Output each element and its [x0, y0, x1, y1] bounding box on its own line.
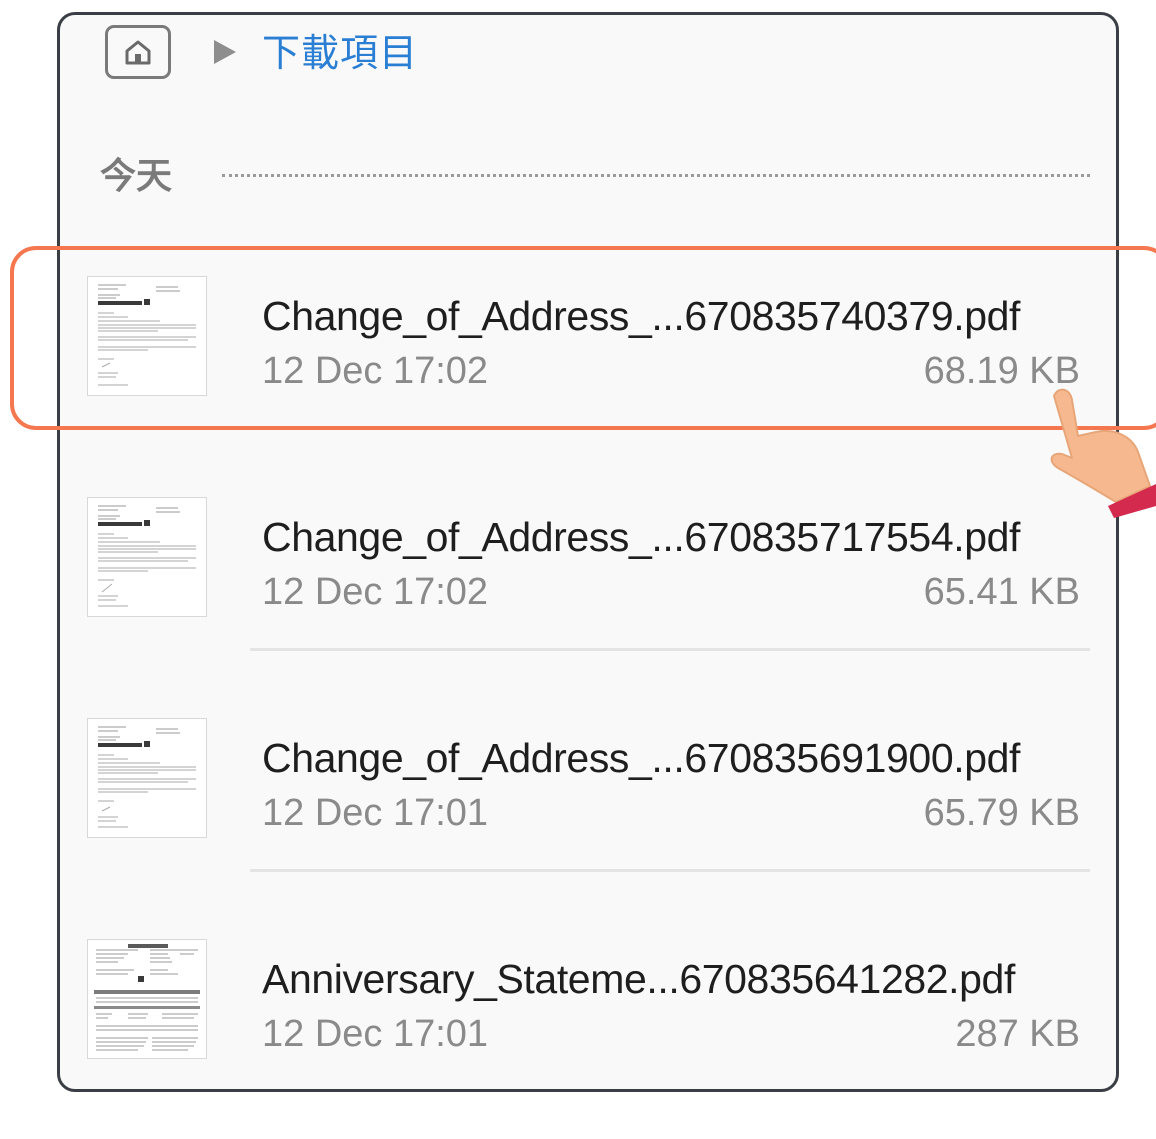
breadcrumb-current[interactable]: 下載項目 — [262, 28, 418, 78]
file-date: 12 Dec 17:01 — [262, 792, 489, 834]
file-date: 12 Dec 17:02 — [262, 571, 489, 613]
home-button[interactable] — [105, 25, 171, 79]
file-row[interactable]: Change_of_Address_...670835740379.pdf 12… — [60, 276, 1118, 476]
file-size: 65.41 KB — [923, 571, 1080, 613]
file-size: 65.79 KB — [923, 792, 1080, 834]
file-row[interactable]: Change_of_Address_...670835691900.pdf 12… — [60, 718, 1118, 918]
file-row[interactable]: Anniversary_Stateme...670835641282.pdf 1… — [60, 939, 1118, 1139]
pdf-thumbnail — [87, 276, 207, 396]
file-name: Change_of_Address_...670835691900.pdf — [262, 735, 1021, 781]
row-divider — [250, 869, 1090, 872]
row-divider — [250, 648, 1090, 651]
section-divider — [222, 174, 1090, 177]
file-date: 12 Dec 17:01 — [262, 1013, 489, 1055]
file-date: 12 Dec 17:02 — [262, 350, 489, 392]
home-icon — [125, 40, 151, 65]
pdf-thumbnail — [87, 497, 207, 617]
triangle-right-icon — [214, 40, 236, 64]
section-header-today: 今天 — [100, 156, 173, 197]
file-name: Change_of_Address_...670835740379.pdf — [262, 293, 1021, 339]
pdf-thumbnail — [87, 939, 207, 1059]
file-name: Anniversary_Stateme...670835641282.pdf — [262, 956, 1015, 1002]
file-name: Change_of_Address_...670835717554.pdf — [262, 514, 1021, 560]
file-row[interactable]: Change_of_Address_...670835717554.pdf 12… — [60, 497, 1118, 697]
file-size: 287 KB — [955, 1013, 1080, 1055]
pdf-thumbnail — [87, 718, 207, 838]
pointing-hand-icon — [1050, 388, 1156, 518]
